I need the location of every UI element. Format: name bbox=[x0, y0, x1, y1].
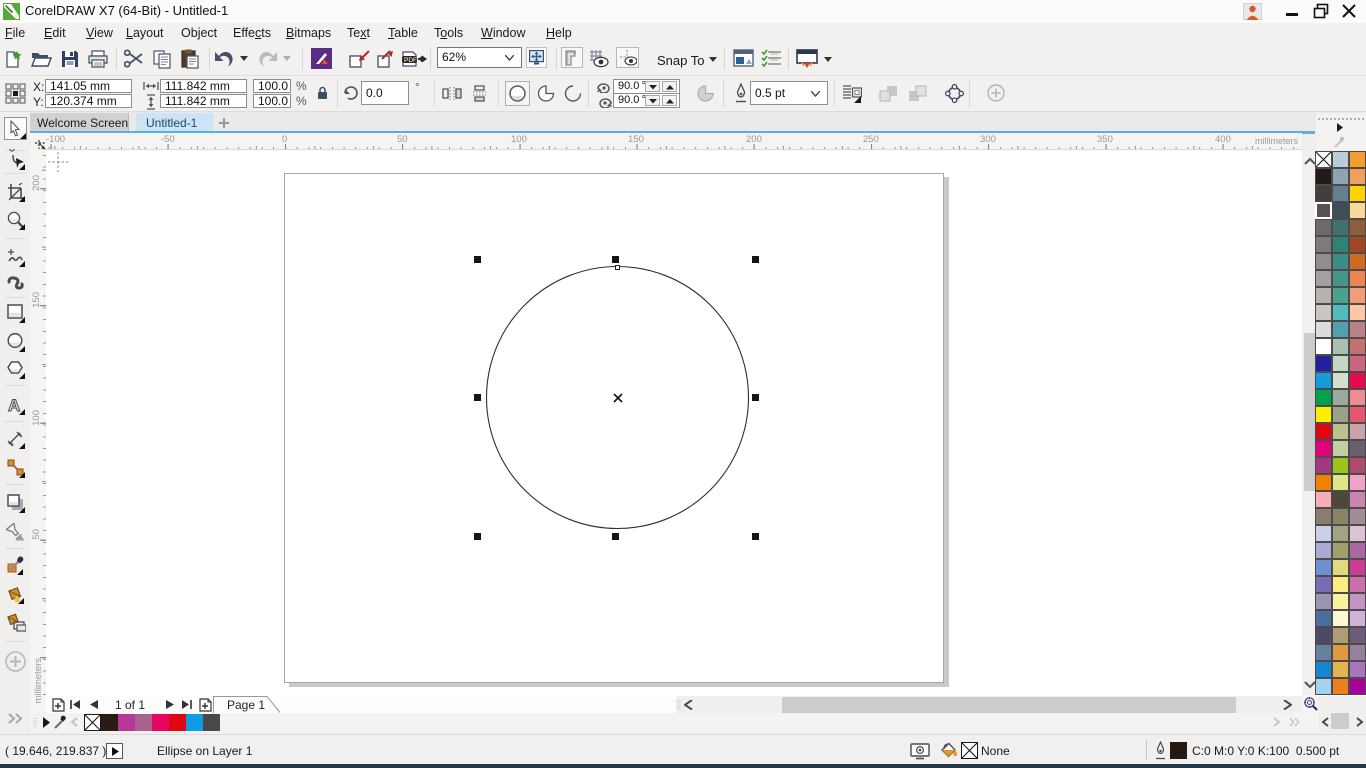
svg-text:A: A bbox=[8, 396, 20, 415]
svg-text:PDF: PDF bbox=[404, 57, 417, 64]
